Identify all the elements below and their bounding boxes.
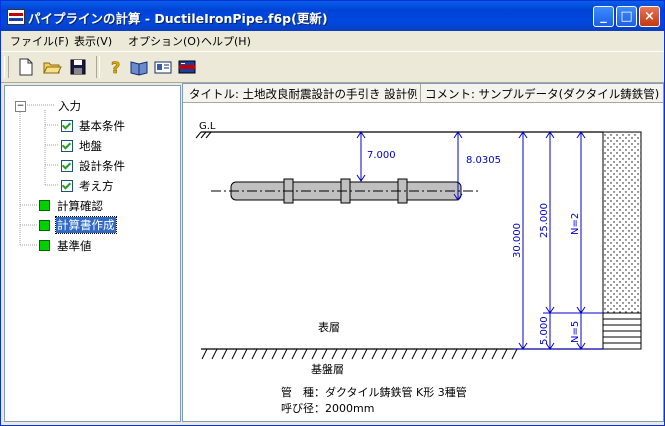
tree-lines <box>19 104 58 246</box>
tree-item-basic-conditions[interactable]: 基本条件 <box>79 118 125 134</box>
checkbox-icon[interactable] <box>61 120 73 132</box>
n-lower-label: N=5 <box>570 321 581 343</box>
tree-item-standard-values[interactable]: 基準値 <box>57 238 92 254</box>
depth-to-pipe-bottom-label: 8.0305 <box>466 155 501 166</box>
n-upper-label: N=2 <box>570 213 581 235</box>
save-icon[interactable] <box>67 56 89 78</box>
pipe-type-label: 管 種：ダクタイル鋳鉄管 K形 3種管 <box>281 385 467 399</box>
comment-info: コメント: サンプルデータ(ダクタイル鋳鉄管) <box>425 87 660 101</box>
window-title: パイプラインの計算 - DuctileIronPipe.f6p(更新) <box>28 11 328 26</box>
base-layer-label: 基盤層 <box>311 363 344 376</box>
tree-item-input[interactable]: 入力 <box>58 98 81 114</box>
base-hatch <box>201 348 518 360</box>
surface-layer-label: 表層 <box>318 320 340 334</box>
nominal-diameter-label: 呼び径：2000mm <box>281 402 374 415</box>
lower-depth-label: 5.000 <box>539 316 550 345</box>
menu-bar: ファイル(F) 表示(V) オプション(O) ヘルプ(H) <box>1 31 664 50</box>
menu-options[interactable]: オプション(O) <box>128 33 200 49</box>
close-button[interactable]: × <box>639 6 660 27</box>
green-square-icon <box>39 200 50 211</box>
tree-item-report[interactable]: 計算書作成 <box>55 216 117 234</box>
gl-label: G.L <box>199 121 216 132</box>
menu-file[interactable]: ファイル(F) <box>10 33 69 49</box>
upper-depth-label: 25.000 <box>539 203 550 238</box>
title-info: タイトル: 土地改良耐震設計の手引き 設計例 <box>189 87 417 101</box>
book-icon[interactable] <box>128 56 150 78</box>
app-window: パイプラインの計算 - DuctileIronPipe.f6p(更新) _ □ … <box>0 0 665 426</box>
toolbar: ? <box>1 51 664 83</box>
checkbox-icon[interactable] <box>61 160 73 172</box>
total-depth-label: 30.000 <box>512 223 523 258</box>
gl-hatch-icon <box>195 131 212 139</box>
tree-item-calc-check[interactable]: 計算確認 <box>57 198 103 214</box>
toolbar-separator <box>96 56 100 78</box>
checkbox-icon[interactable] <box>61 180 73 192</box>
toolbar-grip[interactable] <box>4 56 9 78</box>
minimize-button[interactable]: _ <box>593 6 614 27</box>
checkbox-icon[interactable] <box>61 140 73 152</box>
info-divider <box>420 84 421 102</box>
open-folder-icon[interactable] <box>41 56 63 78</box>
title-bar[interactable]: パイプラインの計算 - DuctileIronPipe.f6p(更新) _ □ … <box>1 1 664 31</box>
app-icon <box>7 9 25 25</box>
depth-to-pipe-label: 7.000 <box>367 150 396 161</box>
menu-view[interactable]: 表示(V) <box>74 33 112 49</box>
flag-icon[interactable] <box>176 56 198 78</box>
info-bar: タイトル: 土地改良耐震設計の手引き 設計例 コメント: サンプルデータ(ダクタ… <box>183 84 663 103</box>
menu-help[interactable]: ヘルプ(H) <box>201 33 251 49</box>
new-file-icon[interactable] <box>15 56 37 78</box>
tree-item-approach[interactable]: 考え方 <box>79 178 114 194</box>
tree-item-ground[interactable]: 地盤 <box>79 138 102 154</box>
maximize-button[interactable]: □ <box>616 6 637 27</box>
collapse-expander[interactable]: − <box>15 101 26 112</box>
drawing-pane: タイトル: 土地改良耐震設計の手引き 設計例 コメント: サンプルデータ(ダクタ… <box>182 83 664 422</box>
card-icon[interactable] <box>152 56 174 78</box>
svg-text:?: ? <box>111 58 120 77</box>
navigation-tree: − 入力 基本条件 地盤 設計条件 考え方 計算確認 計算書作成 基準値 <box>4 85 181 422</box>
boring-column-sand <box>602 131 642 314</box>
green-square-icon <box>39 220 50 231</box>
help-icon[interactable]: ? <box>104 56 126 78</box>
tree-item-design-conditions[interactable]: 設計条件 <box>79 158 125 174</box>
pipeline-drawing: G.L 7.000 8.0305 30.000 25.000 5.000 N=2… <box>195 121 642 415</box>
green-square-icon <box>39 240 50 251</box>
